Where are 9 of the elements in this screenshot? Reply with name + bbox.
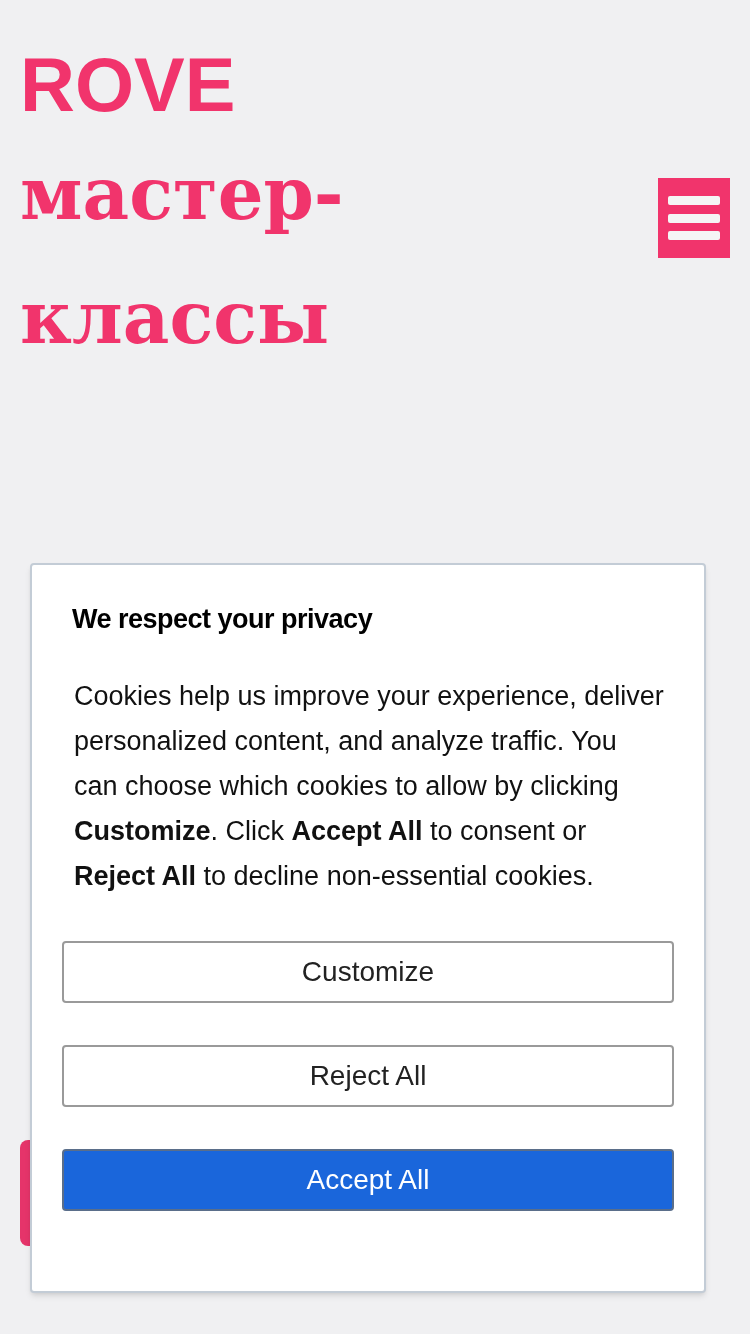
dialog-button[interactable]: Reject All — [62, 1044, 674, 1107]
dialog-button[interactable]: Customize — [62, 940, 674, 1003]
logo-subtitle[interactable]: мастер-классы — [20, 132, 350, 380]
menu-button[interactable] — [658, 178, 730, 258]
dialog-title: We respect your privacy — [72, 603, 374, 636]
menu-icon — [668, 196, 720, 240]
dialog-button[interactable]: Accept All — [62, 1148, 674, 1211]
logo-title[interactable]: ROVE — [20, 40, 236, 130]
dialog-message: Cookies help us improve your experience, deliver personalized content, and analyze traffic. You can choose which cookies to allow by clicking Customize. Click Accept All to consent or Reject All to decline non-essential cookies. — [74, 679, 665, 893]
